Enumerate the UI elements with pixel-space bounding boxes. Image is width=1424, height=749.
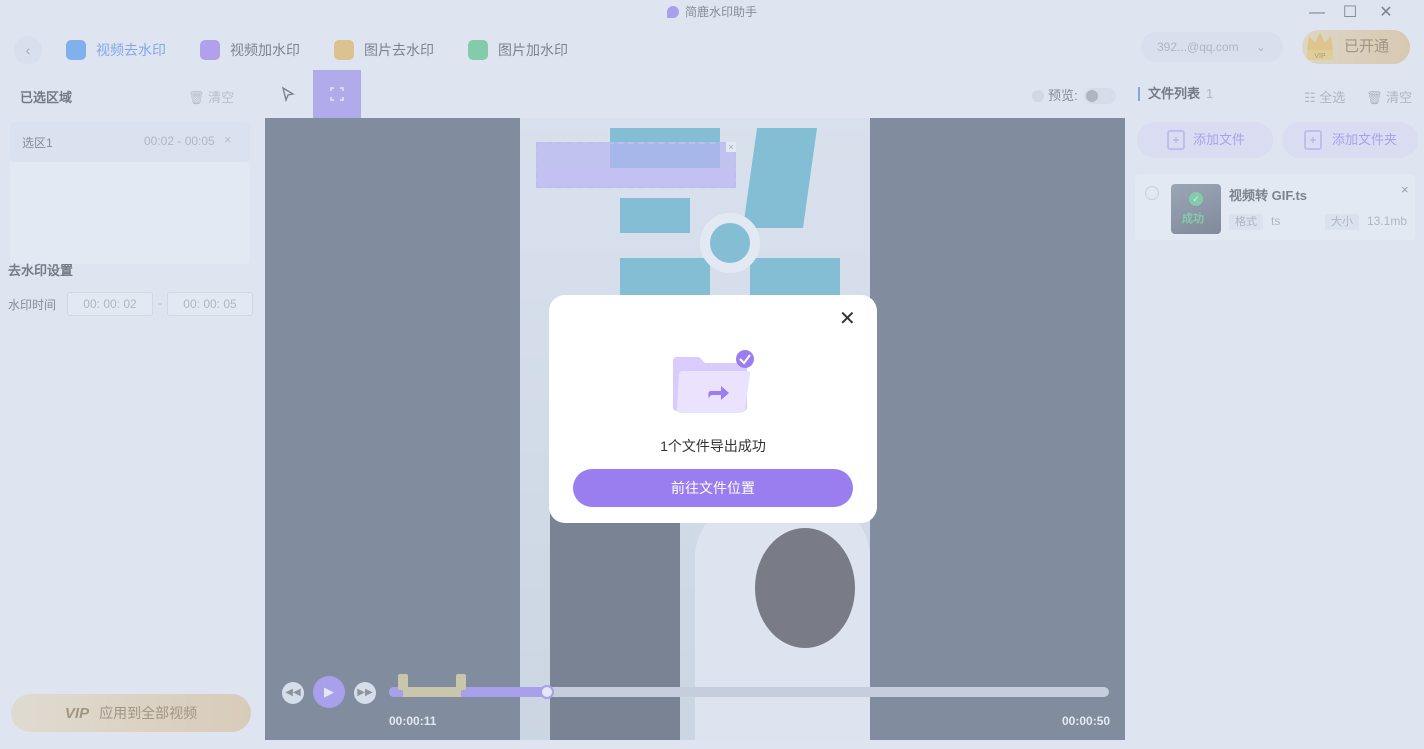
folder-success-icon [673,350,754,413]
open-file-location-button[interactable]: 前往文件位置 [573,469,853,507]
export-success-message: 1个文件导出成功 [660,438,766,454]
export-success-dialog: ✕ 1个文件导出成功 前往文件位置 [549,295,877,523]
close-icon[interactable]: ✕ [839,308,856,330]
